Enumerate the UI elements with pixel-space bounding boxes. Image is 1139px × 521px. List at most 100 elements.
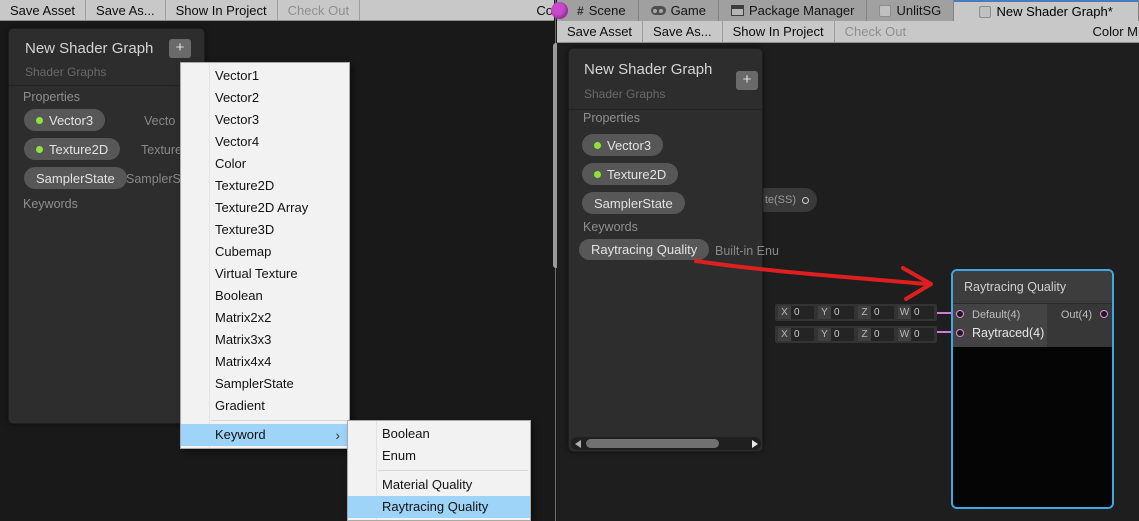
output-port-label: Out(4): [1061, 309, 1092, 321]
vector4-input-row: X0 Y0 Z0 W0: [775, 326, 937, 343]
submenu-item-boolean[interactable]: Boolean: [348, 423, 530, 445]
menu-item-keyword[interactable]: Keyword ›: [181, 424, 349, 446]
submenu-item-enum[interactable]: Enum: [348, 445, 530, 467]
save-asset-button[interactable]: Save Asset: [557, 21, 642, 42]
keyword-pill-raytracing-quality[interactable]: Raytracing Quality: [579, 239, 709, 260]
value-field[interactable]: 0: [791, 328, 814, 341]
raytracing-quality-node[interactable]: Raytracing Quality Default(4) Raytraced(…: [951, 269, 1114, 509]
blackboard-subtitle: Shader Graphs: [584, 87, 665, 101]
value-field[interactable]: 0: [791, 306, 814, 319]
property-pill-vector3[interactable]: Vector3: [582, 134, 663, 156]
input-port-raytraced[interactable]: [956, 329, 964, 337]
axis-label: W: [898, 328, 911, 341]
tab-scene[interactable]: # Scene: [557, 0, 639, 21]
value-field[interactable]: 0: [831, 328, 854, 341]
output-port-out[interactable]: [1100, 310, 1108, 318]
toolbar-separator: [359, 0, 360, 20]
axis-label: Y: [818, 328, 831, 341]
menu-separator: [211, 420, 347, 421]
menu-item-cubemap[interactable]: Cubemap: [181, 241, 349, 263]
property-type-label: Vecto: [144, 114, 175, 128]
menu-item-texture2d-array[interactable]: Texture2D Array: [181, 197, 349, 219]
submenu-chevron-icon: ›: [335, 424, 340, 446]
blackboard-horizontal-scrollbar[interactable]: [571, 437, 761, 450]
submenu-item-raytracing-quality[interactable]: Raytracing Quality: [348, 496, 530, 518]
keyword-name: Raytracing Quality: [591, 242, 697, 257]
axis-label: Z: [858, 306, 871, 319]
menu-item-vector4[interactable]: Vector4: [181, 131, 349, 153]
exposed-dot-icon: [594, 171, 601, 178]
submenu-item-material-quality[interactable]: Material Quality: [348, 474, 530, 496]
blackboard-panel[interactable]: New Shader Graph Shader Graphs + Propert…: [568, 48, 763, 452]
keyword-type-label: Built-in Enu: [715, 244, 779, 258]
property-type-label: Texture: [141, 143, 182, 157]
axis-label: Y: [818, 306, 831, 319]
show-in-project-button[interactable]: Show In Project: [166, 0, 277, 20]
input-port-default[interactable]: [956, 310, 964, 318]
menu-item-boolean[interactable]: Boolean: [181, 285, 349, 307]
property-name: Texture2D: [607, 167, 666, 182]
output-port-icon[interactable]: [802, 197, 809, 204]
tab-unlitsg[interactable]: UnlitSG: [867, 0, 954, 21]
menu-item-label: Keyword: [215, 427, 266, 442]
scroll-left-arrow-icon[interactable]: [575, 440, 581, 448]
input-port-label: Raytraced(4): [972, 326, 1044, 340]
save-asset-button[interactable]: Save Asset: [0, 0, 85, 20]
game-icon: [651, 6, 666, 15]
value-field[interactable]: 0: [871, 328, 894, 341]
menu-item-texture2d[interactable]: Texture2D: [181, 175, 349, 197]
save-as-button[interactable]: Save As...: [643, 21, 722, 42]
property-name: Vector3: [49, 113, 93, 128]
menu-item-matrix4x4[interactable]: Matrix4x4: [181, 351, 349, 373]
menu-item-vector1[interactable]: Vector1: [181, 65, 349, 87]
scroll-right-arrow-icon[interactable]: [752, 440, 758, 448]
tab-package-manager[interactable]: Package Manager: [719, 0, 868, 21]
blackboard-subtitle: Shader Graphs: [25, 65, 106, 79]
property-pill-texture2d[interactable]: Texture2D: [582, 163, 678, 185]
add-property-button[interactable]: +: [169, 39, 191, 58]
vector4-input-row: X0 Y0 Z0 W0: [775, 304, 937, 321]
show-in-project-button[interactable]: Show In Project: [723, 21, 834, 42]
value-field[interactable]: 0: [911, 328, 934, 341]
tab-new-shader-graph[interactable]: New Shader Graph*: [954, 0, 1139, 21]
color-mode-button-clipped[interactable]: Color M: [1092, 21, 1138, 42]
menu-item-vector2[interactable]: Vector2: [181, 87, 349, 109]
blackboard-title: New Shader Graph: [25, 40, 153, 57]
save-as-button[interactable]: Save As...: [86, 0, 165, 20]
scrollbar-thumb[interactable]: [586, 439, 719, 448]
check-out-button: Check Out: [278, 0, 359, 20]
property-pill-vector3[interactable]: Vector3: [24, 109, 105, 131]
tab-game[interactable]: Game: [639, 0, 719, 21]
property-pill-texture2d[interactable]: Texture2D: [24, 138, 120, 160]
menu-item-texture3d[interactable]: Texture3D: [181, 219, 349, 241]
blackboard-panel[interactable]: New Shader Graph Shader Graphs + Propert…: [8, 28, 205, 424]
add-property-context-menu: Vector1 Vector2 Vector3 Vector4 Color Te…: [180, 62, 350, 449]
property-name: SamplerState: [594, 196, 673, 211]
menu-item-matrix2x2[interactable]: Matrix2x2: [181, 307, 349, 329]
value-field[interactable]: 0: [831, 306, 854, 319]
axis-label: X: [778, 328, 791, 341]
node-ports-section: Default(4) Raytraced(4) Out(4): [953, 304, 1112, 347]
shader-graph-icon: [879, 5, 891, 17]
menu-item-virtual-texture[interactable]: Virtual Texture: [181, 263, 349, 285]
left-toolbar: Save Asset Save As... Show In Project Ch…: [0, 0, 554, 21]
properties-section-label: Properties: [23, 90, 80, 104]
menu-item-gradient[interactable]: Gradient: [181, 395, 349, 417]
value-field[interactable]: 0: [911, 306, 934, 319]
menu-item-samplerstate[interactable]: SamplerState: [181, 373, 349, 395]
property-pill-samplerstate[interactable]: SamplerState: [582, 192, 685, 214]
properties-section-label: Properties: [583, 111, 640, 125]
right-toolbar: Save Asset Save As... Show In Project Ch…: [557, 21, 1139, 43]
add-property-button[interactable]: +: [736, 71, 758, 90]
property-pill-samplerstate[interactable]: SamplerState: [24, 167, 127, 189]
menu-item-color[interactable]: Color: [181, 153, 349, 175]
value-field[interactable]: 0: [871, 306, 894, 319]
property-name: Texture2D: [49, 142, 108, 157]
menu-item-vector3[interactable]: Vector3: [181, 109, 349, 131]
property-name: SamplerState: [36, 171, 115, 186]
exposed-dot-icon: [36, 146, 43, 153]
menu-item-matrix3x3[interactable]: Matrix3x3: [181, 329, 349, 351]
axis-label: X: [778, 306, 791, 319]
tab-label: Game: [671, 3, 706, 18]
blackboard-title: New Shader Graph: [584, 61, 712, 78]
